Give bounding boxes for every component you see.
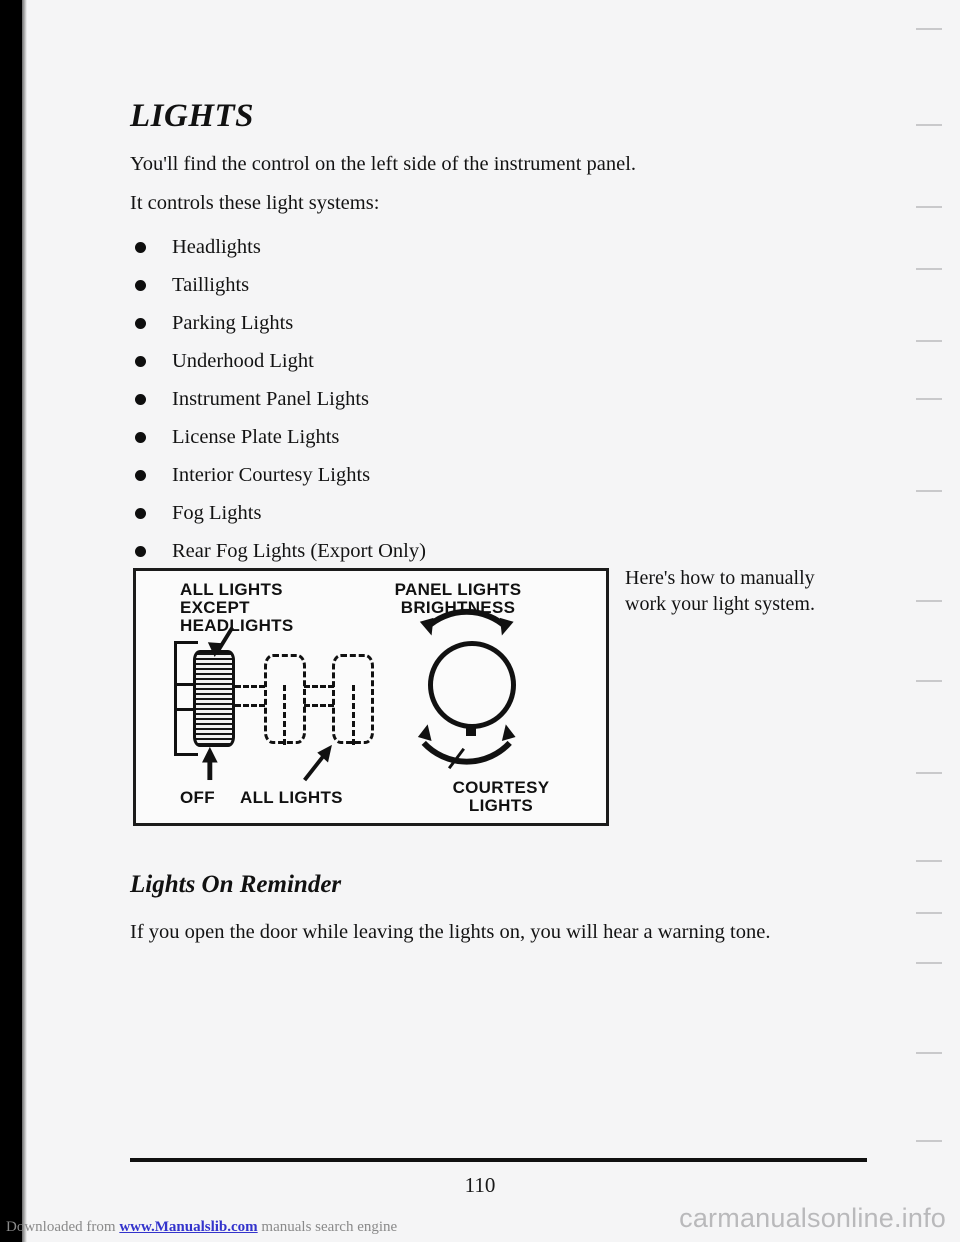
bullet-icon	[135, 280, 146, 291]
margin-tick-mark	[916, 680, 942, 682]
list-item-label: License Plate Lights	[172, 426, 340, 448]
margin-tick-mark	[916, 398, 942, 400]
margin-tick-mark	[916, 912, 942, 914]
subsection-body: If you open the door while leaving the l…	[130, 921, 771, 943]
download-source-footer: Downloaded from www.Manualslib.com manua…	[6, 1219, 397, 1236]
list-item-label: Fog Lights	[172, 502, 262, 524]
brightness-dial-icon	[428, 641, 516, 729]
intro-paragraph-1: You'll find the control on the left side…	[130, 153, 637, 175]
margin-tick-mark	[916, 28, 942, 30]
detent-connector	[304, 704, 334, 707]
page-title: LIGHTS	[130, 98, 255, 134]
list-item: Taillights	[130, 266, 830, 304]
margin-tick-mark	[916, 268, 942, 270]
margin-tick-mark	[916, 340, 942, 342]
detent-connector	[235, 685, 265, 688]
leader-arrow-courtesy-lights	[447, 747, 465, 770]
intro-paragraph-2: It controls these light systems:	[130, 192, 380, 214]
margin-tick-mark	[916, 124, 942, 126]
list-item-label: Parking Lights	[172, 312, 294, 334]
side-note: Here's how to manually work your light s…	[625, 567, 815, 615]
light-systems-list: Headlights Taillights Parking Lights Und…	[130, 228, 830, 570]
list-item-label: Instrument Panel Lights	[172, 388, 370, 410]
diagram-label-all-lights: ALL LIGHTS	[240, 788, 343, 807]
detent-connector	[235, 704, 265, 707]
margin-tick-mark	[916, 860, 942, 862]
brightness-dial-notch-icon	[466, 726, 476, 736]
headlamp-switch-diagram: ALL LIGHTS EXCEPT HEADLIGHTS PANEL LIGHT…	[133, 568, 609, 826]
margin-tick-mark	[916, 962, 942, 964]
bullet-icon	[135, 318, 146, 329]
diagram-label-panel-lights-brightness: PANEL LIGHTS BRIGHTNESS	[394, 580, 522, 617]
subsection-title: Lights On Reminder	[130, 871, 342, 898]
detent-connector	[304, 685, 334, 688]
list-item: Fog Lights	[130, 494, 830, 532]
diagram-label-courtesy-lights: COURTESY LIGHTS	[452, 778, 550, 815]
knob-position-outline	[264, 654, 306, 744]
list-item-label: Headlights	[172, 236, 261, 258]
list-item-label: Underhood Light	[172, 350, 314, 372]
bullet-icon	[135, 394, 146, 405]
margin-tick-mark	[916, 490, 942, 492]
list-item: Instrument Panel Lights	[130, 380, 830, 418]
leader-arrow-off	[202, 746, 218, 781]
bullet-icon	[135, 432, 146, 443]
list-item: Underhood Light	[130, 342, 830, 380]
bullet-icon	[135, 546, 146, 557]
list-item-label: Interior Courtesy Lights	[172, 464, 371, 486]
bullet-icon	[135, 470, 146, 481]
diagram-inner: ALL LIGHTS EXCEPT HEADLIGHTS PANEL LIGHT…	[136, 571, 606, 823]
bullet-icon	[135, 356, 146, 367]
headlamp-knob-icon	[193, 650, 235, 747]
list-item: Interior Courtesy Lights	[130, 456, 830, 494]
margin-tick-mark	[916, 1052, 942, 1054]
list-item-label: Taillights	[172, 274, 250, 296]
list-item: Parking Lights	[130, 304, 830, 342]
scan-edge-artifact	[0, 0, 22, 1242]
margin-tick-mark	[916, 206, 942, 208]
diagram-label-all-lights-except-headlights: ALL LIGHTS EXCEPT HEADLIGHTS	[180, 580, 294, 635]
diagram-label-off: OFF	[180, 788, 215, 807]
manualslib-link[interactable]: www.Manualslib.com	[119, 1219, 257, 1235]
knob-position-outline	[332, 654, 374, 744]
bullet-icon	[135, 508, 146, 519]
page-number: 110	[464, 1173, 496, 1197]
leader-arrow-all-lights	[303, 744, 332, 782]
list-item: License Plate Lights	[130, 418, 830, 456]
list-item: Headlights	[130, 228, 830, 266]
site-watermark: carmanualsonline.info	[679, 1203, 946, 1233]
footer-divider	[130, 1158, 867, 1162]
margin-tick-mark	[916, 600, 942, 602]
download-suffix: manuals search engine	[257, 1219, 398, 1235]
bullet-icon	[135, 242, 146, 253]
manual-page: LIGHTS You'll find the control on the le…	[0, 0, 960, 1242]
download-prefix: Downloaded from	[6, 1219, 120, 1235]
scan-edge-gradient	[22, 0, 27, 1242]
margin-tick-mark	[916, 1140, 942, 1142]
list-item-label: Rear Fog Lights (Export Only)	[172, 540, 426, 562]
margin-tick-mark	[916, 772, 942, 774]
